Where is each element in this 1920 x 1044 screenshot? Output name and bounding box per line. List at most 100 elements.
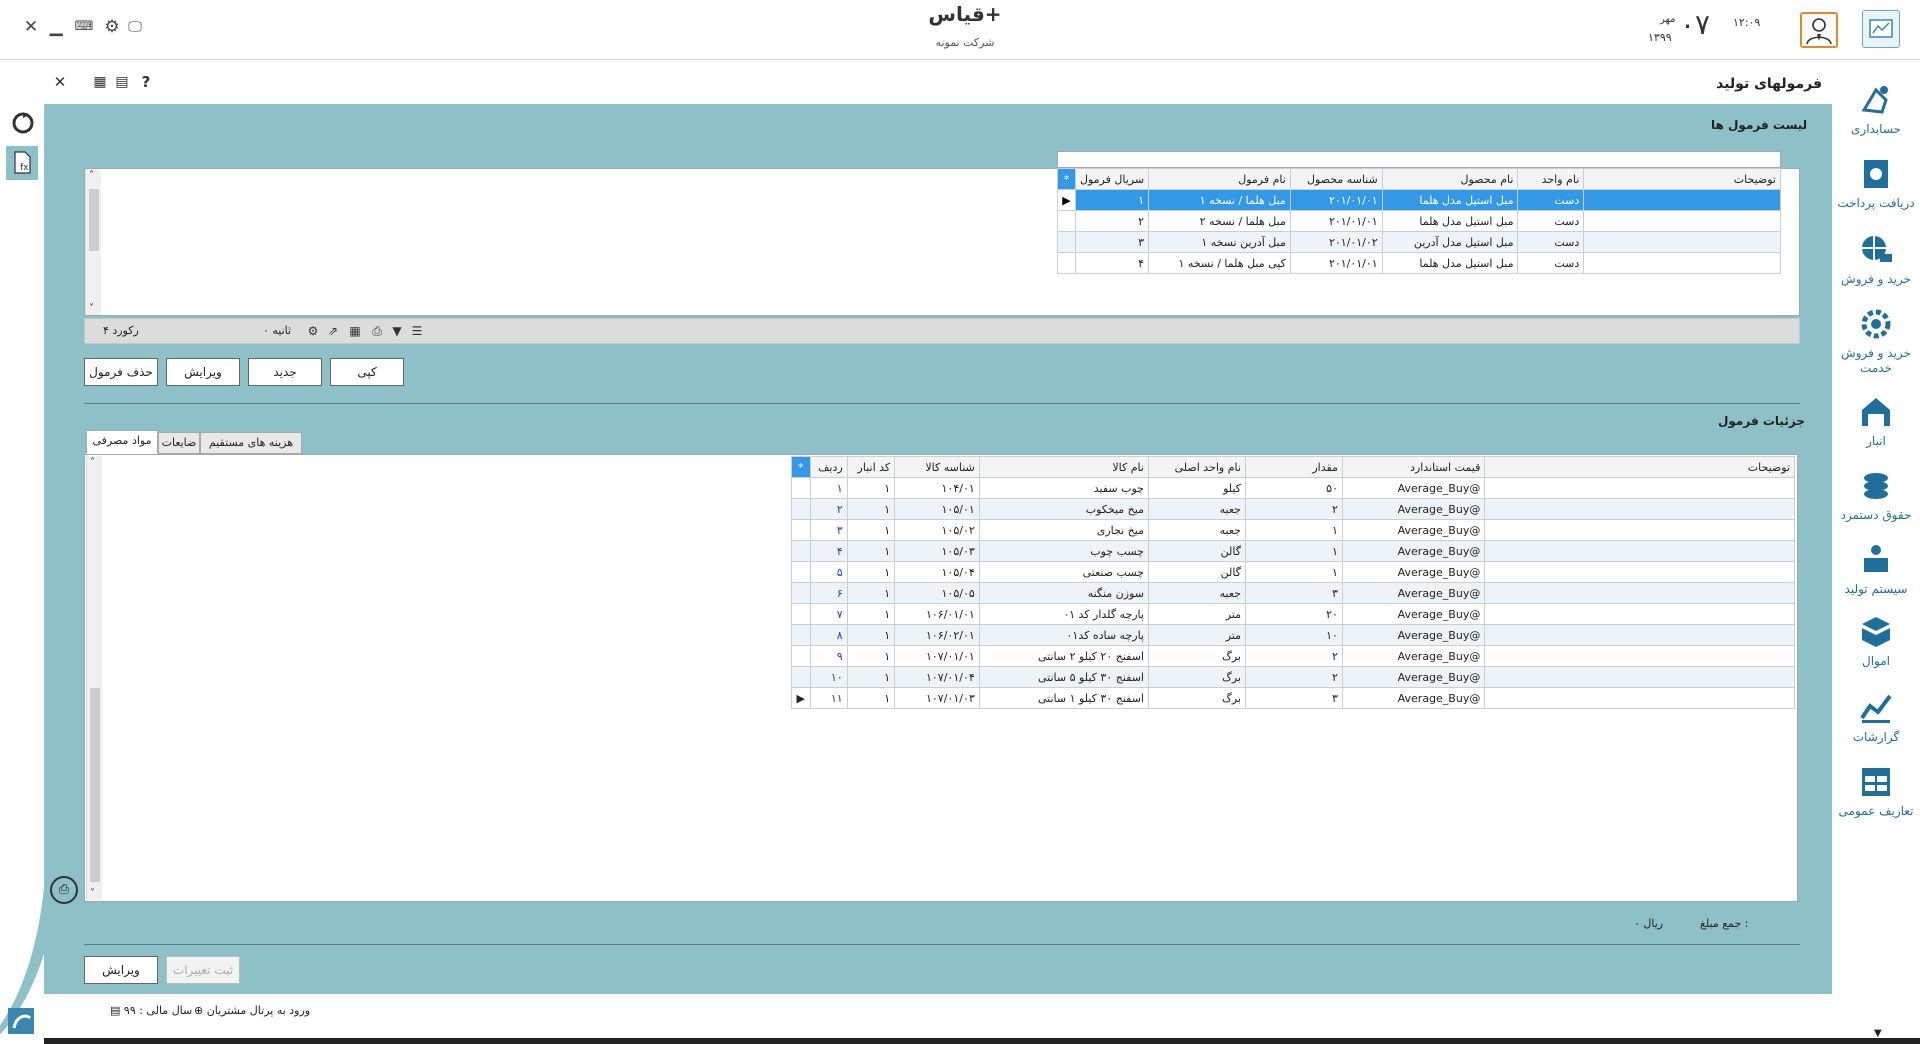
table-row[interactable]: ۷ ۱ ۱۰۶/۰۱/۰۱ پارچه گلدار کد ۰۱ متر ۲۰ Average… <box>791 603 1795 625</box>
column-header[interactable]: توضیحات <box>1484 456 1795 478</box>
formula-doc-icon[interactable]: fx <box>6 146 38 180</box>
save-changes-button[interactable]: ثبت تغییرات <box>166 956 240 984</box>
tab-waste[interactable]: ضایعات <box>158 432 200 454</box>
settings-icon[interactable]: ⚙ <box>305 323 321 339</box>
table-cell: ۲۰۱/۰۱/۰۱ <box>1289 252 1383 274</box>
portal-link[interactable]: ⊕ ورود به پرتال مشتریان <box>194 1004 310 1017</box>
table-cell <box>1484 561 1795 583</box>
box-icon <box>1856 612 1896 652</box>
filter-icon[interactable]: ▼ <box>389 323 405 339</box>
new-button[interactable]: جدید <box>248 358 322 386</box>
close-page-icon[interactable]: ✕ <box>50 72 70 92</box>
table-cell: ۷ <box>809 603 848 625</box>
row-selector-header[interactable]: * <box>1057 168 1076 190</box>
column-header[interactable]: نام محصول <box>1381 168 1519 190</box>
sidebar-item[interactable]: اموال <box>1832 612 1920 669</box>
details-scrollbar[interactable]: ˄ ˅ <box>86 456 102 900</box>
sidebar-item[interactable]: تعاریف عمومی <box>1832 762 1920 819</box>
date-day: ۰۷ <box>1680 8 1711 41</box>
sidebar-item[interactable]: سیستم تولید <box>1832 540 1920 597</box>
fiscal-year[interactable]: ▤ سال مالی : ۹۹ <box>110 1004 192 1017</box>
table-cell: ۱۰ <box>1244 624 1343 646</box>
column-header[interactable]: نام واحد <box>1517 168 1585 190</box>
sidebar-item[interactable]: خرید و فروش <box>1832 230 1920 287</box>
table-row[interactable]: ۸ ۱ ۱۰۶/۰۲/۰۱ پارچه ساده کد۰۱ متر ۱۰ Average_B… <box>791 624 1795 646</box>
row-selector <box>791 582 811 604</box>
table-row[interactable]: ۴ کپی مبل هلما / نسخه ۱ ۲۰۱/۰۱/۰۱ مبل اس… <box>1057 252 1781 274</box>
sidebar-item-label: خرید و فروش <box>1841 272 1911 286</box>
company-name: شرکت نمونه <box>935 36 995 49</box>
copy-button[interactable]: کپی <box>330 358 404 386</box>
table-row[interactable]: ▶ ۱۱ ۱ ۱۰۷/۰۱/۰۳ اسفنج ۳۰ کیلو ۱ سانتی برگ ۳ Av… <box>791 687 1795 709</box>
print-icon[interactable]: ⎙ <box>369 323 385 339</box>
table-cell: چسب صنعتی <box>978 561 1149 583</box>
table-cell: ۱ <box>846 624 896 646</box>
table-cell <box>1484 582 1795 604</box>
tab-consumables[interactable]: مواد مصرفی <box>86 430 158 454</box>
table-row[interactable]: ۵ ۱ ۱۰۵/۰۴ چسب صنعتی گالن ۱ Average_Buy@ <box>791 561 1795 583</box>
table-row[interactable]: ۳ مبل آدرین نسخه ۱ ۲۰۱/۰۱/۰۲ مبل استیل م… <box>1057 231 1781 253</box>
column-header[interactable]: نام کالا <box>978 456 1149 478</box>
table-cell: ۱ <box>1244 540 1343 562</box>
sidebar-item-label: سیستم تولید <box>1844 582 1908 596</box>
column-header[interactable]: قیمت استاندارد <box>1341 456 1486 478</box>
table-cell: ۱ <box>846 666 896 688</box>
grid-icon[interactable]: ▦ <box>347 323 363 339</box>
scroll-up-icon[interactable]: ˄ <box>90 457 95 468</box>
calendar-icon[interactable]: ▤ <box>112 72 132 92</box>
sidebar-item[interactable]: دریافت پرداخت <box>1832 154 1920 211</box>
column-header[interactable]: کد انبار <box>846 456 896 478</box>
sidebar-item[interactable]: حقوق دستمزد <box>1832 466 1920 523</box>
scroll-down-icon[interactable]: ˅ <box>89 303 94 314</box>
table-row[interactable]: ۹ ۱ ۱۰۷/۰۱/۰۱ اسفنج ۲۰ کیلو ۲ سانتی برگ ۲ Aver… <box>791 645 1795 667</box>
print-circle-icon[interactable]: ⎙ <box>50 876 78 904</box>
app-logo-icon[interactable] <box>1862 10 1900 48</box>
delete-formula-button[interactable]: حذف فرمول <box>84 358 158 386</box>
scroll-up-icon[interactable]: ˄ <box>89 170 94 181</box>
sidebar-item[interactable]: گزارشات <box>1832 688 1920 745</box>
table-cell: ۱ <box>846 540 896 562</box>
sidebar-item[interactable]: حسابداری <box>1832 80 1920 137</box>
table-row[interactable]: ۴ ۱ ۱۰۵/۰۳ چسب چوب گالن ۱ Average_Buy@ <box>791 540 1795 562</box>
bottom-scrollbar[interactable] <box>44 1038 1920 1044</box>
table-row[interactable]: ۳ ۱ ۱۰۵/۰۲ میخ نجاری جعبه ۱ Average_Buy@ <box>791 519 1795 541</box>
column-header[interactable]: ردیف <box>809 456 848 478</box>
table-cell: میخ میخکوب <box>978 498 1149 520</box>
table-cell: Average_Buy@ <box>1341 666 1486 688</box>
formula-list-group-header <box>1057 151 1781 168</box>
user-avatar-icon[interactable] <box>1800 12 1838 48</box>
column-header[interactable]: نام فرمول <box>1148 168 1291 190</box>
sidebar-scroll-down-icon[interactable]: ▼ <box>1874 1028 1882 1039</box>
table-cell: ۱ <box>846 498 896 520</box>
help-icon[interactable]: ? <box>136 72 156 92</box>
sidebar-item[interactable]: خرید و فروش خدمت <box>1832 304 1920 376</box>
formula-list-scrollbar[interactable]: ˄ ˅ <box>85 169 101 315</box>
table-row[interactable]: ۱۰ ۱ ۱۰۷/۰۱/۰۴ اسفنج ۳۰ کیلو ۵ سانتی برگ ۲ Ave… <box>791 666 1795 688</box>
table-cell: ۱۰۵/۰۳ <box>894 540 980 562</box>
column-header[interactable]: نام واحد اصلی <box>1147 456 1246 478</box>
calculator-icon[interactable]: ▦ <box>90 72 110 92</box>
column-header[interactable]: مقدار <box>1244 456 1343 478</box>
table-row[interactable]: ▶ ۱ مبل هلما / نسخه ۱ ۲۰۱/۰۱/۰۱ مبل استی… <box>1057 189 1781 211</box>
column-header[interactable]: سریال فرمول <box>1074 168 1150 190</box>
table-cell: متر <box>1147 624 1246 646</box>
column-header[interactable]: شناسه کالا <box>894 456 980 478</box>
table-row[interactable]: ۲ مبل هلما / نسخه ۲ ۲۰۱/۰۱/۰۱ مبل استیل … <box>1057 210 1781 232</box>
edit-button[interactable]: ویرایش <box>84 956 158 984</box>
table-row[interactable]: ۱ ۱ ۱۰۴/۰۱ چوب سفید کیلو ۵۰ Average_Buy@ <box>791 477 1795 499</box>
column-header[interactable]: توضیحات <box>1583 168 1781 190</box>
export-icon[interactable]: ⇗ <box>325 323 341 339</box>
edit-formula-button[interactable]: ویرایش <box>166 358 240 386</box>
row-selector-header[interactable]: * <box>791 456 811 478</box>
refresh-icon[interactable] <box>10 110 36 136</box>
sidebar-item[interactable]: انبار <box>1832 392 1920 449</box>
table-cell: مبل استیل مدل هلما <box>1381 252 1519 274</box>
tab-direct-costs[interactable]: هزینه های مستقیم <box>200 432 302 454</box>
table-row[interactable]: ۶ ۱ ۱۰۵/۰۵ سوزن منگنه جعبه ۳ Average_Buy@ <box>791 582 1795 604</box>
list-icon[interactable]: ☰ <box>409 323 425 339</box>
table-cell: برگ <box>1147 687 1246 709</box>
portal-link-label: ورود به پرتال مشتریان <box>206 1004 311 1017</box>
table-row[interactable]: ۲ ۱ ۱۰۵/۰۱ میخ میخکوب جعبه ۲ Average_Buy@ <box>791 498 1795 520</box>
scroll-down-icon[interactable]: ˅ <box>90 888 95 899</box>
column-header[interactable]: شناسه محصول <box>1289 168 1383 190</box>
